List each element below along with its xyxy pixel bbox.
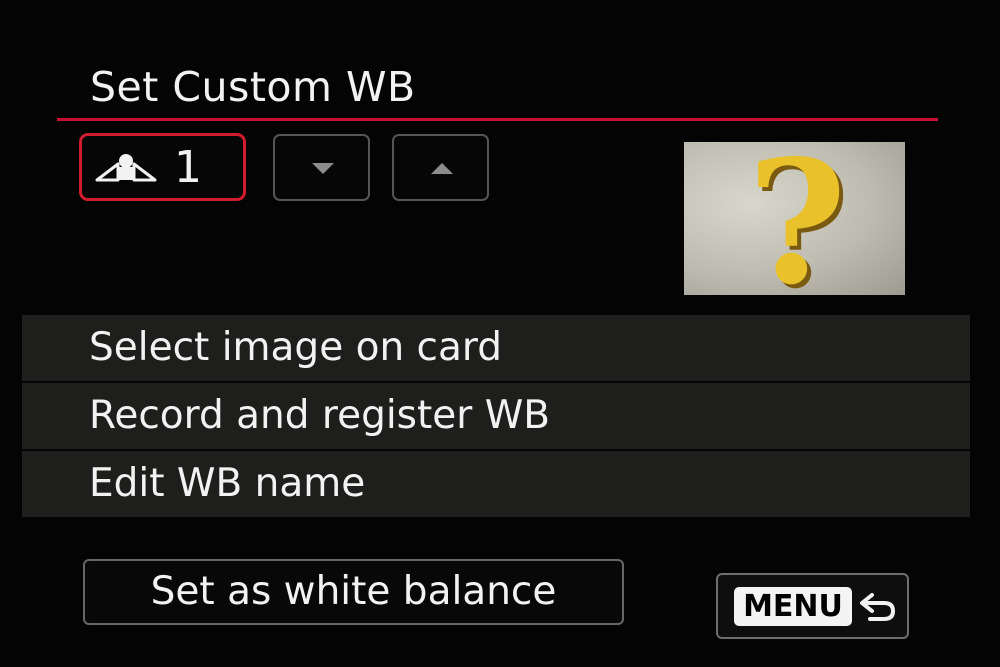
menu-item-label: Select image on card (89, 325, 503, 370)
camera-menu-screen: Set Custom WB 1 ? ? Select image on card… (0, 0, 1000, 667)
menu-item-edit-wb-name[interactable]: Edit WB name (22, 451, 970, 517)
options-menu: Select image on card Record and register… (22, 315, 970, 519)
menu-item-label: Record and register WB (89, 393, 551, 438)
reference-image-preview: ? ? (684, 142, 905, 295)
previous-slot-button[interactable] (273, 134, 370, 201)
menu-back-button[interactable]: MENU (716, 573, 909, 639)
next-slot-button[interactable] (392, 134, 489, 201)
custom-wb-slot-selector[interactable]: 1 (79, 133, 246, 201)
menu-item-label: Edit WB name (89, 461, 366, 506)
menu-key-label: MENU (734, 587, 852, 626)
menu-item-select-image-on-card[interactable]: Select image on card (22, 315, 970, 381)
up-arrow-icon (431, 163, 453, 174)
down-arrow-icon (312, 163, 334, 174)
title-divider (57, 118, 938, 121)
custom-wb-icon (94, 153, 158, 187)
menu-item-record-and-register-wb[interactable]: Record and register WB (22, 383, 970, 449)
set-as-white-balance-label: Set as white balance (150, 569, 557, 614)
wb-slot-number: 1 (174, 142, 202, 193)
question-mark-icon: ? (747, 142, 847, 295)
page-title: Set Custom WB (90, 63, 416, 111)
return-arrow-icon (858, 587, 898, 631)
set-as-white-balance-button[interactable]: Set as white balance (83, 559, 624, 625)
